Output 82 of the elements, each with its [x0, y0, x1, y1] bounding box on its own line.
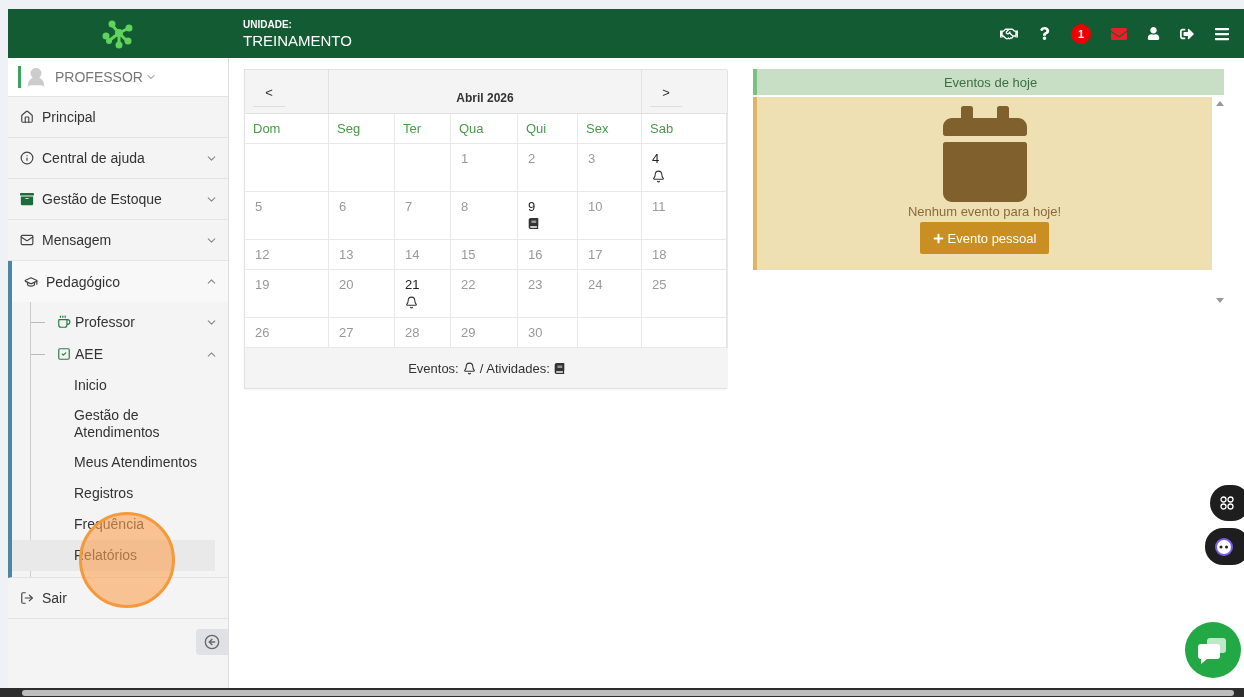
menu-item-icon — [20, 591, 34, 605]
calendar-day[interactable]: 7 — [395, 192, 451, 240]
bell-icon — [405, 296, 418, 309]
previous-month-button[interactable]: < — [253, 85, 285, 107]
submenu-link[interactable]: Inicio — [12, 370, 215, 401]
horizontal-scrollbar[interactable] — [0, 688, 1244, 697]
bell-icon — [462, 361, 476, 375]
arrow-left-icon — [204, 634, 220, 650]
calendar-day[interactable]: 23 — [518, 270, 578, 318]
calendar-day[interactable]: 16 — [518, 240, 578, 270]
menu-item[interactable]: Sair — [8, 578, 228, 619]
bell-icon — [652, 170, 665, 183]
weekday-header: Sex — [578, 114, 642, 144]
calendar-day[interactable]: 8 — [451, 192, 518, 240]
scroll-down-icon[interactable] — [1216, 298, 1224, 303]
menu-item-icon — [24, 274, 38, 289]
panel-title: Eventos de hoje — [753, 69, 1224, 95]
empty-message: Nenhum evento para hoje! — [907, 204, 1062, 219]
calendar-day[interactable]: 10 — [578, 192, 642, 240]
weekday-header: Qui — [518, 114, 578, 144]
menu-item-icon — [20, 192, 34, 206]
user-icon[interactable] — [1147, 27, 1160, 40]
calendar-day[interactable]: 9 — [518, 192, 578, 240]
menu-item[interactable]: Central de ajuda — [8, 138, 228, 179]
calendar-day[interactable]: 22 — [451, 270, 518, 318]
calendar-day[interactable]: 11 — [642, 192, 728, 240]
calendar-day[interactable]: 2 — [518, 144, 578, 192]
avatar-icon — [18, 66, 47, 88]
weekday-header: Sab — [642, 114, 728, 144]
submenu-icon — [57, 315, 71, 329]
calendar-day[interactable]: 1 — [451, 144, 518, 192]
submenu-link[interactable]: Registros — [12, 478, 215, 509]
calendar-day[interactable]: 6 — [329, 192, 395, 240]
calendar-day[interactable]: 3 — [578, 144, 642, 192]
calendar-day[interactable]: 14 — [395, 240, 451, 270]
menu-item-icon — [20, 233, 34, 247]
calendar-day[interactable]: 12 — [245, 240, 329, 270]
calendar-day[interactable]: 15 — [451, 240, 518, 270]
month-title: Abril 2026 — [329, 70, 642, 114]
legend-label: / Atividades: — [479, 360, 550, 376]
menu-item-icon — [20, 151, 34, 165]
weekday-header: Dom — [245, 114, 329, 144]
menu-item[interactable]: Gestão de Estoque — [8, 179, 228, 220]
apps-icon — [1220, 496, 1234, 510]
sign-out-icon[interactable] — [1180, 26, 1194, 41]
menu-item[interactable]: Pedagógico — [12, 261, 228, 302]
calendar-day[interactable]: 4 — [642, 144, 728, 192]
calendar-day[interactable]: 17 — [578, 240, 642, 270]
submenu-link[interactable]: Gestão de Atendimentos — [12, 401, 215, 447]
book-icon — [528, 218, 539, 229]
submenu-link[interactable]: Meus Atendimentos — [12, 447, 215, 478]
next-month-button[interactable]: > — [650, 85, 682, 107]
menu-item[interactable]: Principal — [8, 97, 228, 138]
submenu-item[interactable]: Professor — [31, 302, 228, 342]
weekday-header: Ter — [395, 114, 451, 144]
profile-menu[interactable]: PROFESSOR — [8, 58, 228, 97]
weekday-header: Seg — [329, 114, 395, 144]
unit-label: UNIDADE: — [243, 18, 293, 30]
calendar-day[interactable]: 13 — [329, 240, 395, 270]
legend-label: Eventos: — [408, 360, 459, 376]
menu-item-icon — [20, 110, 34, 124]
calendar-day[interactable]: 21 — [395, 270, 451, 318]
calendar-day[interactable]: 25 — [642, 270, 728, 318]
book-icon — [553, 362, 565, 374]
scroll-up-icon[interactable] — [1216, 101, 1224, 106]
plus-icon — [932, 232, 944, 244]
collapse-sidebar-button[interactable] — [196, 629, 228, 655]
robot-face-icon — [1213, 536, 1234, 557]
calendar-day[interactable]: 5 — [245, 192, 329, 240]
calendar-day[interactable]: 19 — [245, 270, 329, 318]
add-event-button[interactable]: Evento pessoal — [919, 222, 1050, 254]
calendar-day[interactable]: 24 — [578, 270, 642, 318]
calendar-day[interactable]: 20 — [329, 270, 395, 318]
unit-name: TREINAMENTO — [243, 31, 353, 49]
submenu-icon — [57, 347, 71, 361]
calendar-day[interactable]: 18 — [642, 240, 728, 270]
chat-bubbles-icon — [1198, 636, 1228, 664]
menu-icon[interactable] — [1214, 25, 1230, 42]
weekday-header: Qua — [451, 114, 518, 144]
help-icon[interactable] — [1038, 27, 1051, 40]
notification-badge[interactable]: 1 — [1071, 23, 1091, 44]
submenu-item[interactable]: AEE — [31, 342, 228, 366]
